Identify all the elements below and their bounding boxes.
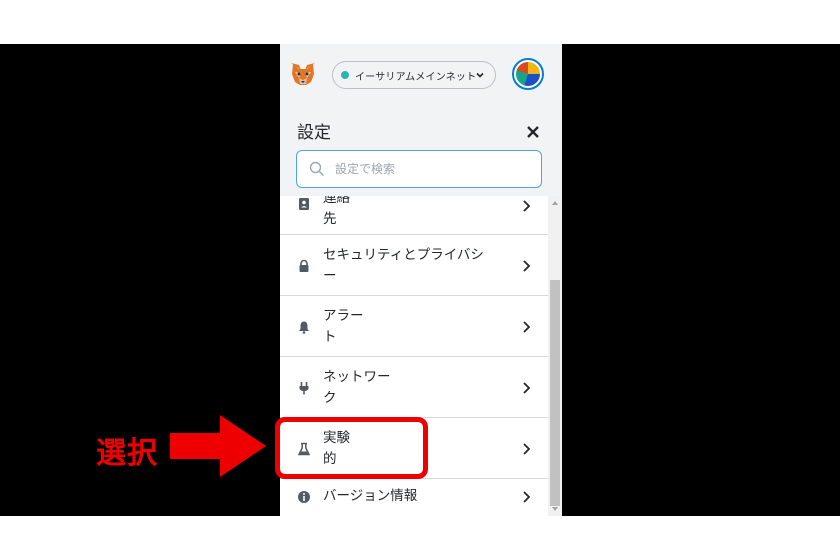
scrollbar[interactable] bbox=[548, 196, 562, 516]
search-icon bbox=[309, 161, 324, 176]
network-label: イーサリアムメインネット bbox=[355, 71, 477, 83]
menu-item-about[interactable]: バージョン情報 bbox=[280, 479, 548, 516]
chevron-right-icon bbox=[523, 443, 531, 455]
account-avatar[interactable] bbox=[512, 58, 544, 90]
chevron-right-icon bbox=[523, 200, 531, 212]
close-button[interactable] bbox=[523, 122, 543, 142]
settings-search[interactable] bbox=[296, 150, 542, 188]
menu-item-label: アラー ト bbox=[323, 308, 364, 345]
chevron-right-icon bbox=[523, 260, 531, 272]
menu-item-label: ネットワー ク bbox=[323, 369, 391, 406]
chevron-right-icon bbox=[523, 382, 531, 394]
lock-icon bbox=[299, 259, 309, 272]
scroll-down-arrow-icon[interactable] bbox=[551, 505, 559, 513]
contacts-icon bbox=[299, 198, 309, 210]
menu-item-alerts[interactable]: アラー ト bbox=[280, 296, 548, 357]
chevron-right-icon bbox=[523, 491, 531, 503]
plug-icon bbox=[299, 382, 309, 395]
annotation-select-label: 選択 bbox=[96, 436, 158, 471]
menu-item-label: セキュリティとプライバシ ー bbox=[323, 247, 484, 284]
account-identicon bbox=[516, 62, 540, 86]
info-icon bbox=[298, 491, 310, 503]
scrollbar-thumb[interactable] bbox=[550, 280, 560, 506]
menu-item-label: 連絡 先 bbox=[323, 196, 350, 227]
chevron-down-icon bbox=[476, 72, 484, 78]
app-header: イーサリアムメインネット bbox=[280, 44, 562, 104]
close-icon bbox=[527, 126, 539, 138]
search-input[interactable] bbox=[335, 162, 525, 176]
menu-item-security-privacy[interactable]: セキュリティとプライバシ ー bbox=[280, 235, 548, 296]
scroll-up-arrow-icon[interactable] bbox=[551, 199, 559, 207]
red-arrow-icon bbox=[170, 415, 266, 477]
network-selector[interactable]: イーサリアムメインネット bbox=[332, 61, 496, 89]
menu-item-contacts[interactable]: 連絡 先 bbox=[280, 196, 548, 235]
settings-title: 設定 bbox=[297, 123, 331, 143]
metamask-fox-icon[interactable] bbox=[289, 60, 317, 88]
bell-icon bbox=[299, 321, 309, 334]
highlight-box bbox=[275, 417, 428, 479]
network-status-dot bbox=[341, 71, 349, 79]
menu-item-label: バージョン情報 bbox=[323, 488, 418, 504]
menu-item-networks[interactable]: ネットワー ク bbox=[280, 357, 548, 418]
chevron-right-icon bbox=[523, 321, 531, 333]
